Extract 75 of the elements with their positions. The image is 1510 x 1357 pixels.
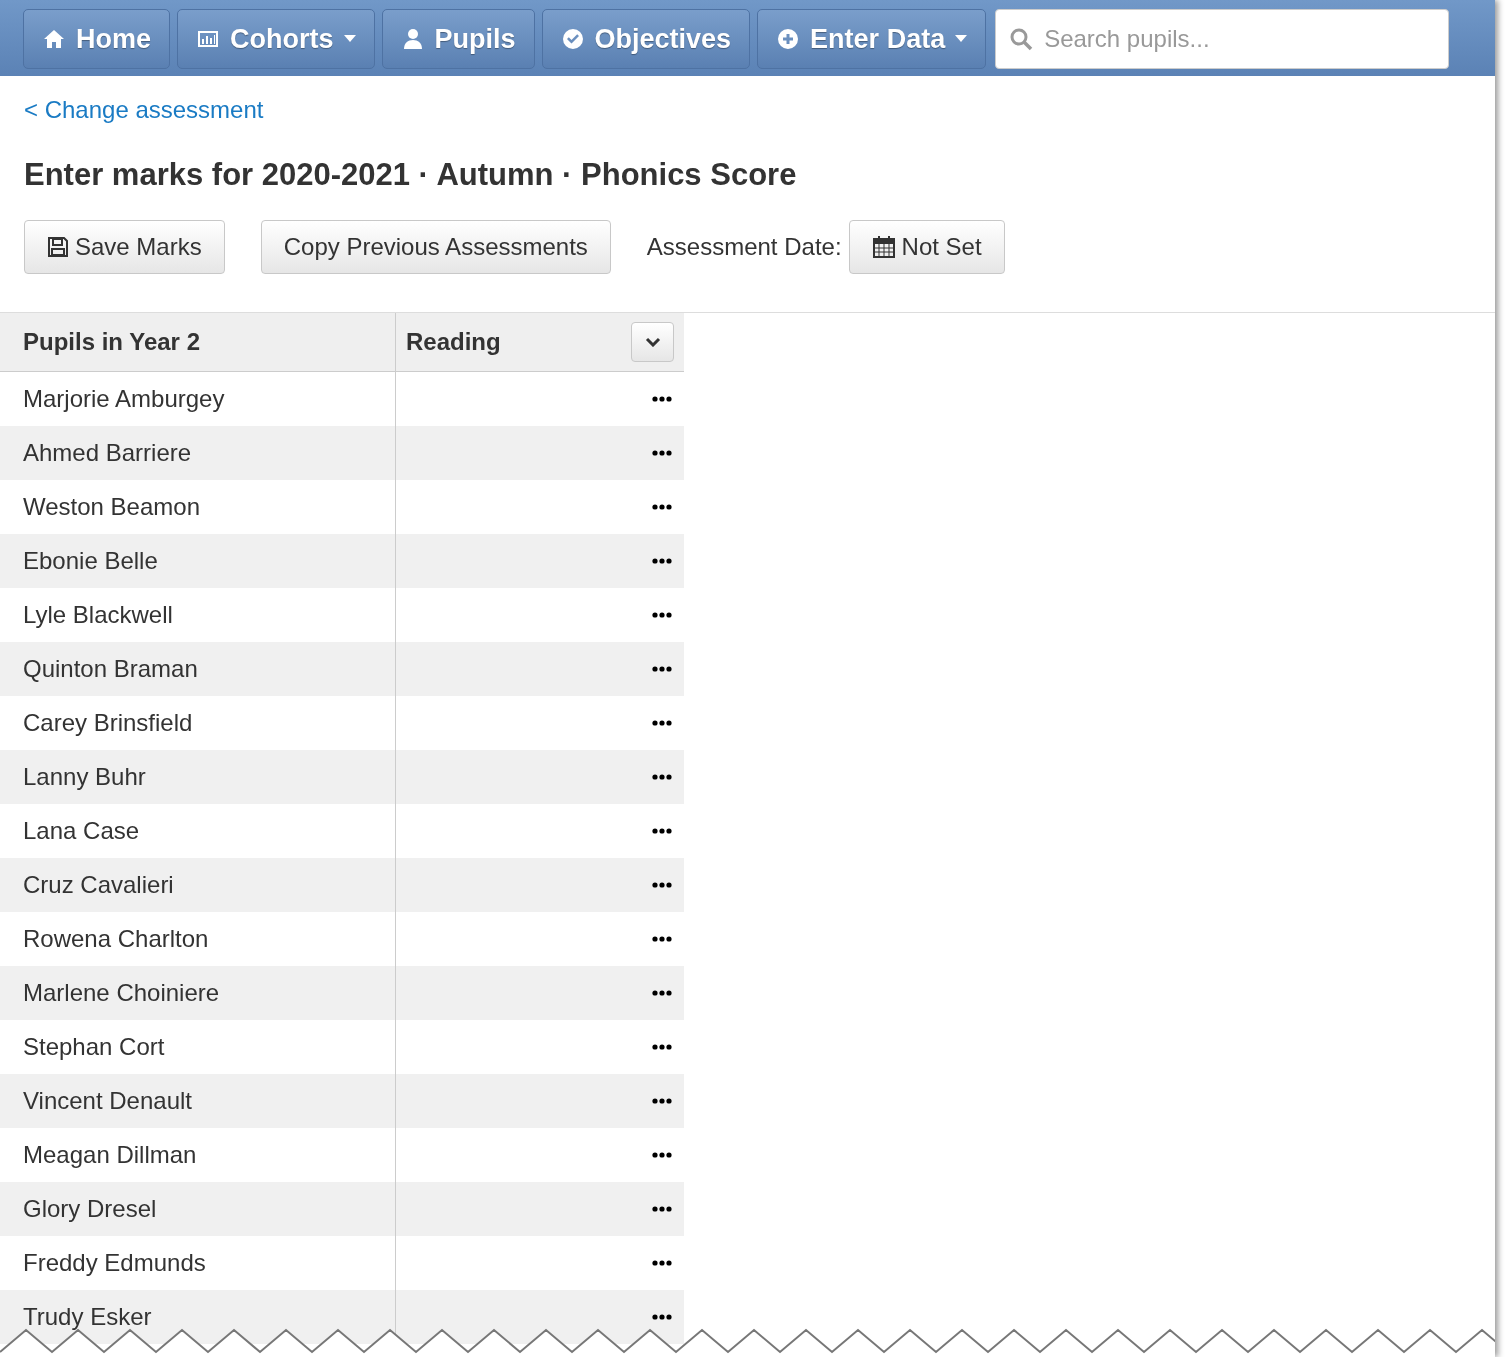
pupil-name: Weston Beamon [23,492,200,523]
more-button[interactable] [650,612,674,619]
pupil-name: Meagan Dillman [23,1140,197,1171]
date-button[interactable]: Not Set [848,220,1005,275]
pupil-name: Marjorie Amburgey [23,384,225,415]
pupil-name: Lanny Buhr [23,762,146,793]
search-icon [1009,27,1034,51]
pupil-name: Ahmed Barriere [23,438,192,469]
pupil-name: Carey Brinsfield [23,708,193,739]
more-button[interactable] [650,396,674,403]
nav-button[interactable]: Home [23,9,170,69]
search-field[interactable]: Search pupils... [995,9,1450,69]
more-button[interactable] [650,936,674,943]
ellipsis-icon [652,1260,672,1267]
ellipsis-icon [652,1044,672,1051]
date-label: Assessment Date: [646,232,842,263]
ellipsis-icon [652,936,672,943]
column-header: Reading [406,327,501,358]
more-button[interactable] [650,1098,674,1105]
ellipsis-icon [652,396,672,403]
back-link[interactable]: < Change assessment [24,96,264,123]
ellipsis-icon [652,720,672,727]
ellipsis-icon [652,1152,672,1159]
ellipsis-icon [652,990,672,997]
more-button[interactable] [650,774,674,781]
pupil-name: Rowena Charlton [23,924,209,955]
ellipsis-icon [652,1098,672,1105]
ellipsis-icon [652,450,672,457]
chevron-down-icon [644,337,661,348]
more-button[interactable] [650,828,674,835]
pupil-name: Cruz Cavalieri [23,870,174,901]
ellipsis-icon [652,666,672,673]
calendar-icon [871,235,896,260]
more-button[interactable] [650,666,674,673]
pupil-name: Stephan Cort [23,1032,165,1063]
column-menu-button[interactable] [631,322,674,363]
more-button[interactable] [650,1260,674,1267]
column-header: Pupils in Year 2 [23,327,200,358]
nav-button[interactable]: Enter Data [757,9,987,69]
pupil-name: Lyle Blackwell [23,600,173,631]
save-marks-button[interactable]: Save Marks [24,220,225,275]
more-button[interactable] [650,450,674,457]
ellipsis-icon [652,1206,672,1213]
pupil-name: Quinton Braman [23,654,198,685]
pupil-name: Lana Case [23,816,140,847]
more-button[interactable] [650,504,674,511]
copy-assessments-button[interactable]: Copy Previous Assessments [260,220,611,275]
more-button[interactable] [650,558,674,565]
ellipsis-icon [652,558,672,565]
more-button[interactable] [650,1152,674,1159]
caret-icon [343,35,356,43]
pupil-name: Freddy Edmunds [23,1248,206,1279]
more-button[interactable] [650,1206,674,1213]
pupil-name: Trudy Esker [23,1302,152,1333]
more-button[interactable] [650,882,674,889]
nav-button[interactable]: Pupils [381,9,535,69]
more-button[interactable] [650,1314,674,1321]
ellipsis-icon [652,1314,672,1321]
ellipsis-icon [652,504,672,511]
more-button[interactable] [650,720,674,727]
pupil-name: Ebonie Belle [23,546,158,577]
pupil-name: Marlene Choiniere [23,978,220,1009]
ellipsis-icon [652,774,672,781]
page-title: Enter marks for 2020-2021 · Autumn · Phonics Score [24,156,798,194]
house-icon [42,27,66,51]
nav-button[interactable]: Cohorts [177,9,375,69]
pupil-name: Vincent Denault [23,1086,192,1117]
more-button[interactable] [650,990,674,997]
ellipsis-icon [652,828,672,835]
ellipsis-icon [652,882,672,889]
pupil-name: Glory Dresel [23,1194,157,1225]
more-button[interactable] [650,1044,674,1051]
ellipsis-icon [652,612,672,619]
nav-button[interactable]: Objectives [541,9,751,69]
caret-icon [955,35,968,43]
